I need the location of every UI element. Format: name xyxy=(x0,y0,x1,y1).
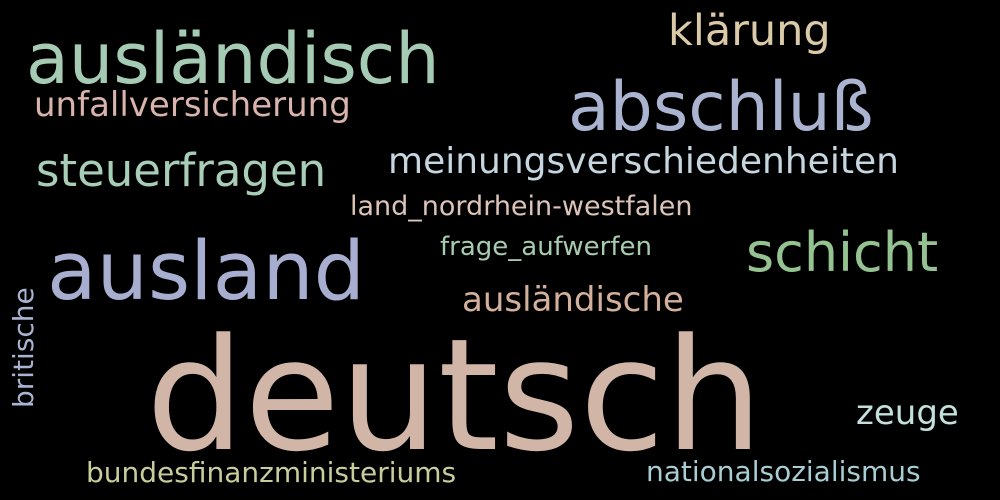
word-zeuge: zeuge xyxy=(856,393,959,433)
word-unfallversicherung: unfallversicherung xyxy=(34,85,351,125)
word-schicht: schicht xyxy=(746,221,939,284)
word-land-nordrhein-westfalen: land_nordrhein-westfalen xyxy=(350,191,693,222)
word-nationalsozialismus: nationalsozialismus xyxy=(646,455,921,488)
word-bundesfinanzministeriums: bundesfinanzministeriums xyxy=(86,456,457,489)
word-ausland: ausland xyxy=(47,225,366,319)
word-cloud: deutsch ausländisch abschluß ausland klä… xyxy=(0,0,1000,500)
word-britische: britische xyxy=(7,287,40,408)
word-auslaendische: ausländische xyxy=(462,280,684,320)
word-auslaendisch: ausländisch xyxy=(26,18,440,100)
word-meinungsverschiedenheiten: meinungsverschiedenheiten xyxy=(388,141,899,182)
word-frage-aufwerfen: frage_aufwerfen xyxy=(440,232,652,262)
word-deutsch: deutsch xyxy=(146,305,763,486)
word-klaerung: klärung xyxy=(668,6,831,56)
word-steuerfragen: steuerfragen xyxy=(36,144,327,197)
word-abschluss: abschluß xyxy=(568,68,874,147)
